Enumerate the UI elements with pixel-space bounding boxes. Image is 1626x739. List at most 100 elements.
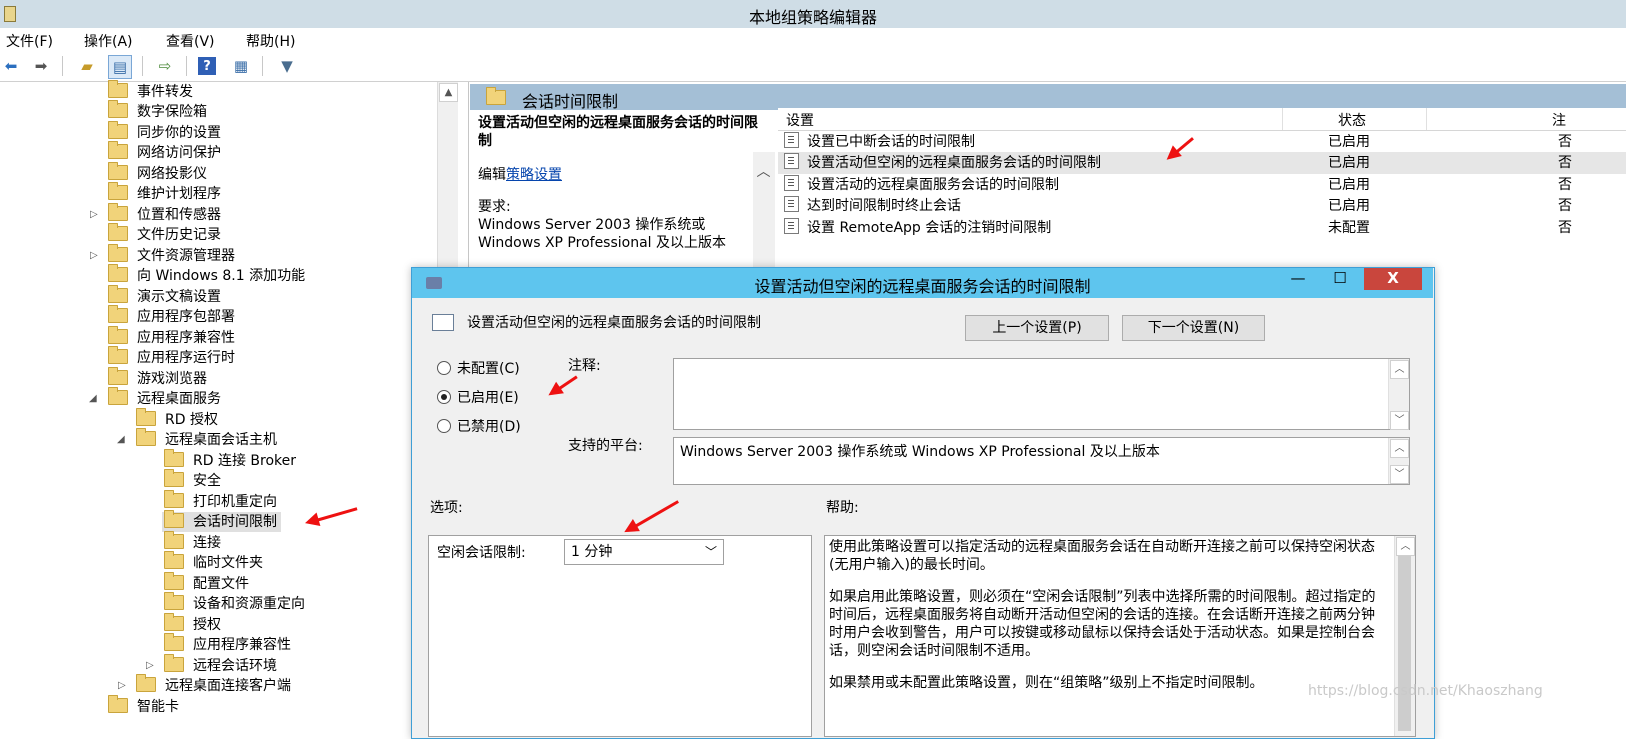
radio-enabled[interactable]: 已启用(E) (437, 388, 519, 408)
forward-arrow-icon[interactable]: ➡ (30, 55, 52, 77)
tree-item[interactable]: 授权 (164, 613, 221, 635)
tree-item[interactable]: 远程会话环境 (164, 654, 277, 676)
radio-circle (437, 361, 451, 375)
help-scrollbar[interactable]: ︿ (1394, 536, 1415, 736)
tree-item[interactable]: 智能卡 (108, 695, 179, 717)
collapse-icon[interactable]: ◢ (117, 430, 125, 450)
show-hide-tree-icon[interactable]: ▤ (108, 55, 132, 79)
tree-item-selected[interactable]: 会话时间限制 (162, 510, 281, 532)
tree-item[interactable]: 文件历史记录 (108, 223, 221, 245)
properties-icon[interactable]: ▦ (230, 55, 252, 77)
expand-icon[interactable]: ▷ (90, 246, 98, 266)
tree-item[interactable]: 连接 (164, 531, 221, 553)
toolbar-separator (186, 56, 187, 76)
tree-item[interactable]: RD 连接 Broker (164, 449, 296, 471)
tree-item[interactable]: 网络访问保护 (108, 141, 221, 163)
tree-item[interactable]: 远程桌面连接客户端 (136, 674, 291, 696)
column-state[interactable]: 状态 (1338, 110, 1366, 130)
previous-setting-button[interactable]: 上一个设置(P) (965, 315, 1109, 341)
column-setting[interactable]: 设置 (786, 110, 814, 130)
next-setting-button[interactable]: 下一个设置(N) (1122, 315, 1265, 341)
scroll-up-icon[interactable]: ︿ (755, 164, 772, 181)
tree-item[interactable]: 应用程序包部署 (108, 305, 235, 327)
folder-icon (108, 141, 128, 159)
table-row[interactable]: 达到时间限制时终止会话 已启用否 (778, 195, 1626, 217)
tree-item[interactable]: 同步你的设置 (108, 121, 221, 143)
tree-item[interactable]: 应用程序兼容性 (108, 326, 235, 348)
filter-icon[interactable]: ▼ (276, 55, 298, 77)
folder-icon (108, 162, 128, 180)
description-scrollbar[interactable]: ︿ (753, 152, 775, 272)
comment-scrollbar[interactable]: ︿ ﹀ (1388, 359, 1409, 430)
menu-help[interactable]: 帮助(H) (246, 31, 295, 51)
tree-item[interactable]: 应用程序运行时 (108, 346, 235, 368)
platform-scrollbar[interactable]: ︿ ﹀ (1388, 438, 1409, 484)
tree-item[interactable]: 临时文件夹 (164, 551, 263, 573)
collapse-icon[interactable]: ◢ (89, 389, 97, 409)
idle-limit-dropdown[interactable]: 1 分钟 ﹀ (564, 539, 724, 565)
edit-policy-link[interactable]: 策略设置 (506, 167, 562, 183)
help-icon[interactable]: ? (198, 57, 216, 75)
scroll-up-icon[interactable]: ︿ (1396, 537, 1415, 556)
folder-icon (164, 551, 184, 569)
tree-item[interactable]: 数字保险箱 (108, 100, 207, 122)
tree-item[interactable]: 远程桌面服务 (108, 387, 221, 409)
folder-icon (164, 490, 184, 508)
tree-item[interactable]: 演示文稿设置 (108, 285, 221, 307)
tree-item[interactable]: 网络投影仪 (108, 162, 207, 184)
close-button[interactable]: X (1364, 268, 1422, 290)
policy-setting-icon (784, 132, 799, 148)
tree-item[interactable]: 事件转发 (108, 80, 193, 102)
folder-icon (108, 80, 128, 98)
menu-view[interactable]: 查看(V) (166, 31, 215, 51)
scroll-thumb[interactable] (1398, 556, 1411, 731)
back-arrow-icon[interactable]: ⬅ (0, 55, 22, 77)
expand-icon[interactable]: ▷ (90, 205, 98, 225)
tree-item[interactable]: 向 Windows 8.1 添加功能 (108, 264, 305, 286)
tree-item[interactable]: 维护计划程序 (108, 182, 221, 204)
window-title: 本地组策略编辑器 (748, 8, 877, 27)
table-row[interactable]: 设置 RemoteApp 会话的注销时间限制 未配置否 (778, 217, 1626, 239)
toolbar: ⬅ ➡ ▰ ▤ ⇨ ? ▦ ▼ (0, 52, 1626, 82)
scroll-up-icon[interactable]: ︿ (1390, 360, 1409, 379)
folder-up-icon[interactable]: ▰ (76, 55, 98, 77)
expand-icon[interactable]: ▷ (118, 676, 126, 696)
platform-label: 支持的平台: (568, 438, 643, 454)
tree-item[interactable]: 配置文件 (164, 572, 249, 594)
comment-textarea[interactable]: ︿ ﹀ (673, 358, 1410, 430)
table-row[interactable]: 设置活动的远程桌面服务会话的时间限制 已启用否 (778, 174, 1626, 196)
minimize-button[interactable]: — (1278, 268, 1318, 290)
menu-action[interactable]: 操作(A) (84, 31, 133, 51)
menu-file[interactable]: 文件(F) (6, 31, 53, 51)
toolbar-separator (262, 56, 263, 76)
tree-item[interactable]: 应用程序兼容性 (164, 633, 291, 655)
tree-item[interactable]: 设备和资源重定向 (164, 592, 305, 614)
folder-icon (108, 182, 128, 200)
tree-item[interactable]: 游戏浏览器 (108, 367, 207, 389)
scroll-down-icon[interactable]: ﹀ (1390, 465, 1409, 484)
folder-icon (108, 285, 128, 303)
expand-icon[interactable]: ▷ (146, 656, 154, 676)
tree-item[interactable]: 文件资源管理器 (108, 244, 235, 266)
description-title: 设置活动但空闲的远程桌面服务会话的时间限制 (478, 115, 758, 149)
table-row-selected[interactable]: 设置活动但空闲的远程桌面服务会话的时间限制 已启用否 (778, 152, 1626, 174)
tree-item[interactable]: 位置和传感器 (108, 203, 221, 225)
edit-policy-line: 编辑策略设置 (478, 167, 562, 183)
folder-icon (108, 695, 128, 713)
export-list-icon[interactable]: ⇨ (154, 55, 176, 77)
radio-disabled[interactable]: 已禁用(D) (437, 417, 521, 437)
folder-icon (164, 510, 184, 528)
folder-icon (136, 408, 156, 426)
policy-setting-icon (784, 218, 799, 234)
scroll-up-icon[interactable]: ︿ (1390, 439, 1409, 458)
scroll-down-icon[interactable]: ﹀ (1390, 411, 1409, 430)
scroll-up-icon[interactable]: ▲ (439, 83, 458, 102)
tree-item[interactable]: 安全 (164, 469, 221, 491)
tree-item[interactable]: 远程桌面会话主机 (136, 428, 277, 450)
maximize-button[interactable]: ☐ (1320, 268, 1360, 290)
tree-item[interactable]: 打印机重定向 (164, 490, 277, 512)
radio-not-configured[interactable]: 未配置(C) (437, 359, 520, 379)
tree-item[interactable]: RD 授权 (136, 408, 218, 430)
column-note[interactable]: 注 (1552, 110, 1566, 130)
table-row[interactable]: 设置已中断会话的时间限制 已启用否 (778, 131, 1626, 153)
